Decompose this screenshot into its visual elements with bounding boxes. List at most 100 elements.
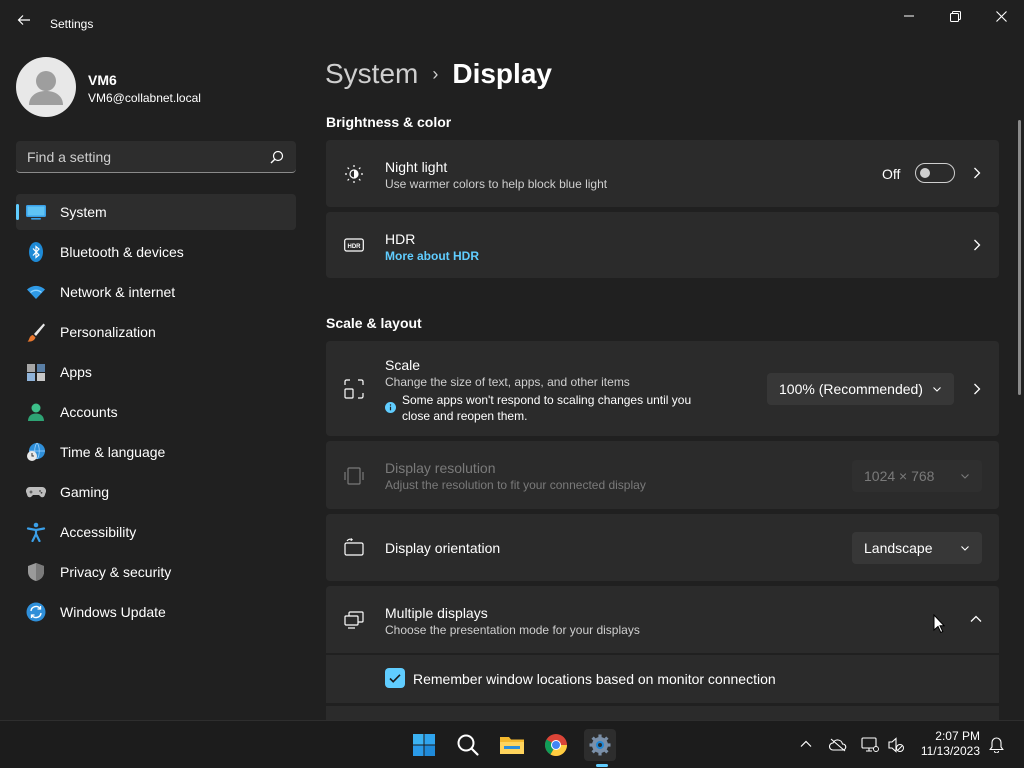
- back-arrow-icon: [17, 15, 30, 25]
- account-icon: [28, 403, 44, 421]
- sidebar-item-privacy[interactable]: Privacy & security: [16, 554, 296, 590]
- restore-button[interactable]: [932, 0, 978, 32]
- scale-card[interactable]: Scale Change the size of text, apps, and…: [326, 341, 999, 436]
- sidebar-item-accessibility[interactable]: Accessibility: [16, 514, 296, 550]
- hdr-card[interactable]: HDR HDR More about HDR: [326, 212, 999, 278]
- remember-locations-row: Remember window locations based on monit…: [326, 655, 999, 703]
- sidebar-item-apps[interactable]: Apps: [16, 354, 296, 390]
- night-light-card[interactable]: Night light Use warmer colors to help bl…: [326, 140, 999, 207]
- resolution-dropdown-value: 1024 × 768: [864, 468, 935, 484]
- multiple-displays-icon: [344, 611, 364, 629]
- breadcrumb-parent[interactable]: System: [325, 58, 418, 90]
- chevron-right-icon: [974, 383, 981, 395]
- settings-button[interactable]: [584, 729, 616, 761]
- night-light-toggle[interactable]: [915, 163, 955, 183]
- scale-info-line1: Some apps won't respond to scaling chang…: [402, 393, 692, 407]
- orientation-dropdown[interactable]: Landscape: [852, 532, 982, 564]
- minimize-icon: [904, 15, 914, 17]
- accessibility-icon: [26, 522, 46, 542]
- chevron-up-icon[interactable]: [970, 615, 982, 623]
- minimize-button[interactable]: [886, 0, 932, 32]
- remember-locations-checkbox[interactable]: [385, 668, 405, 688]
- notification-bell-icon[interactable]: [989, 737, 1004, 753]
- network-icon[interactable]: [861, 737, 879, 753]
- close-button[interactable]: [978, 0, 1024, 32]
- sidebar-item-time-language[interactable]: Time & language: [16, 434, 296, 470]
- clock-time: 2:07 PM: [935, 729, 980, 743]
- user-name: VM6: [88, 72, 117, 88]
- shield-icon: [28, 563, 44, 581]
- hdr-link[interactable]: More about HDR: [385, 249, 479, 263]
- scale-dropdown[interactable]: 100% (Recommended): [767, 373, 954, 405]
- apps-icon: [27, 364, 45, 381]
- search-icon[interactable]: [270, 150, 284, 164]
- sidebar-item-accounts[interactable]: Accounts: [16, 394, 296, 430]
- scrollbar-thumb[interactable]: [1018, 120, 1021, 395]
- chevron-right-icon: [974, 167, 981, 179]
- sidebar-item-system[interactable]: System: [16, 194, 296, 230]
- taskbar-clock[interactable]: 2:07 PM 11/13/2023: [912, 729, 980, 759]
- file-explorer-button[interactable]: [496, 729, 528, 761]
- sidebar-item-label: System: [60, 204, 107, 220]
- volume-muted-icon[interactable]: [887, 737, 905, 753]
- orientation-card[interactable]: Display orientation Landscape: [326, 514, 999, 581]
- taskbar: [0, 720, 1024, 768]
- system-icon: [26, 205, 46, 220]
- avatar[interactable]: [16, 57, 76, 117]
- multiple-displays-subtitle: Choose the presentation mode for your di…: [385, 623, 640, 637]
- resolution-title: Display resolution: [385, 460, 496, 476]
- show-hidden-icons-icon[interactable]: [800, 740, 812, 748]
- taskbar-search-button[interactable]: [452, 729, 484, 761]
- breadcrumb: System › Display: [325, 58, 552, 90]
- sidebar-item-gaming[interactable]: Gaming: [16, 474, 296, 510]
- file-explorer-icon: [500, 737, 524, 754]
- sidebar-item-personalization[interactable]: Personalization: [16, 314, 296, 350]
- sidebar-item-label: Personalization: [60, 324, 156, 340]
- globe-clock-icon: [27, 442, 45, 461]
- scale-title: Scale: [385, 357, 421, 373]
- svg-text:HDR: HDR: [348, 244, 362, 250]
- sidebar-item-label: Privacy & security: [60, 564, 172, 580]
- gamepad-icon: [26, 486, 46, 498]
- restore-icon: [949, 10, 961, 22]
- app-title: Settings: [50, 17, 94, 31]
- sidebar-item-label: Gaming: [60, 484, 110, 500]
- night-light-state: Off: [882, 166, 901, 182]
- wifi-icon: [27, 285, 45, 299]
- info-icon: [385, 402, 396, 413]
- multiple-displays-card[interactable]: Multiple displays Choose the presentatio…: [326, 586, 999, 653]
- scale-icon: [344, 379, 364, 399]
- sidebar-item-label: Windows Update: [60, 604, 166, 620]
- resolution-subtitle: Adjust the resolution to fit your connec…: [385, 478, 646, 492]
- remember-locations-label[interactable]: Remember window locations based on monit…: [413, 671, 776, 687]
- settings-icon: [589, 734, 611, 756]
- search-box[interactable]: [16, 141, 296, 173]
- orientation-icon: [344, 538, 364, 556]
- chrome-button[interactable]: [540, 729, 572, 761]
- sidebar-item-label: Bluetooth & devices: [60, 244, 184, 260]
- orientation-title: Display orientation: [385, 540, 501, 556]
- user-silhouette-icon: [29, 71, 63, 105]
- search-input[interactable]: [16, 141, 256, 172]
- resolution-dropdown: 1024 × 768: [852, 460, 982, 492]
- onedrive-offline-icon[interactable]: [829, 738, 847, 752]
- sidebar-item-label: Network & internet: [60, 284, 176, 300]
- section-heading-brightness: Brightness & color: [326, 114, 452, 130]
- night-light-subtitle: Use warmer colors to help block blue lig…: [385, 177, 608, 191]
- title-bar: Settings: [0, 0, 1024, 48]
- clock-date: 11/13/2023: [920, 744, 980, 758]
- chevron-down-icon: [933, 387, 941, 392]
- close-icon: [995, 10, 1007, 22]
- sidebar-item-bluetooth[interactable]: Bluetooth & devices: [16, 234, 296, 270]
- back-button[interactable]: [12, 12, 36, 36]
- scale-subtitle: Change the size of text, apps, and other…: [385, 375, 630, 389]
- sidebar-item-label: Accounts: [60, 404, 118, 420]
- resolution-card: Display resolution Adjust the resolution…: [326, 441, 999, 509]
- start-button[interactable]: [408, 729, 440, 761]
- sidebar-item-windows-update[interactable]: Windows Update: [16, 594, 296, 630]
- hdr-icon: HDR: [344, 238, 364, 252]
- sidebar-item-network[interactable]: Network & internet: [16, 274, 296, 310]
- hdr-title: HDR: [385, 231, 416, 247]
- mouse-cursor-icon: [933, 614, 945, 634]
- section-heading-scale: Scale & layout: [326, 315, 422, 331]
